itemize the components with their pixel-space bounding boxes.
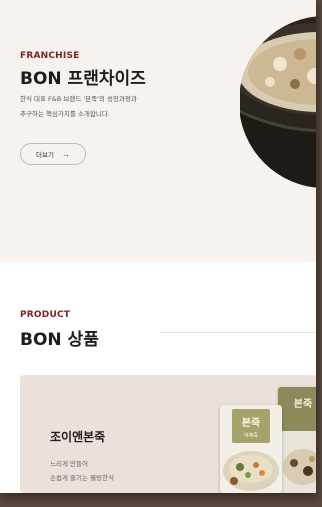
package-brand-back: 본죽: [293, 399, 313, 410]
porridge-image: [283, 449, 316, 485]
more-button[interactable]: 더보기 →: [20, 143, 86, 165]
more-button-label: 더보기: [36, 152, 54, 159]
product-card-description-line-2: 손쉽게 즐기는 웰빙한식: [50, 474, 114, 482]
product-card-title: 조이앤본죽: [50, 430, 106, 444]
package-brand-front: 본죽: [241, 418, 261, 429]
porridge-image: [223, 451, 279, 491]
franchise-description-line-2: 추구하는 핵심가치를 소개합니다.: [20, 110, 110, 118]
franchise-eyebrow: FRANCHISE: [20, 51, 80, 61]
franchise-description-line-1: 한식 대표 F&B 브랜드 '본죽'의 성장과정과: [20, 95, 137, 103]
package-flavor: 야채죽: [244, 433, 258, 439]
product-card-description-line-1: 느리게 만들어: [50, 460, 88, 468]
franchise-title: BON 프랜차이즈: [20, 69, 146, 89]
product-package-back: 본죽: [278, 387, 316, 493]
product-card-description: 느리게 만들어 손쉽게 즐기는 웰빙한식: [50, 457, 114, 485]
product-card[interactable]: 조이앤본죽 느리게 만들어 손쉽게 즐기는 웰빙한식 본죽 본죽 야채죽: [20, 375, 316, 493]
franchise-section: FRANCHISE BON 프랜차이즈 한식 대표 F&B 브랜드 '본죽'의 …: [0, 0, 316, 262]
porridge-bowl-image: [240, 16, 316, 188]
page: FRANCHISE BON 프랜차이즈 한식 대표 F&B 브랜드 '본죽'의 …: [0, 0, 316, 493]
product-eyebrow: PRODUCT: [20, 310, 71, 320]
product-package-front: 본죽 야채죽: [220, 405, 282, 493]
franchise-description: 한식 대표 F&B 브랜드 '본죽'의 성장과정과 추구하는 핵심가치를 소개합…: [20, 92, 210, 122]
section-divider: [160, 332, 316, 333]
arrow-right-icon: →: [61, 149, 70, 159]
product-title: BON 상품: [20, 330, 99, 350]
